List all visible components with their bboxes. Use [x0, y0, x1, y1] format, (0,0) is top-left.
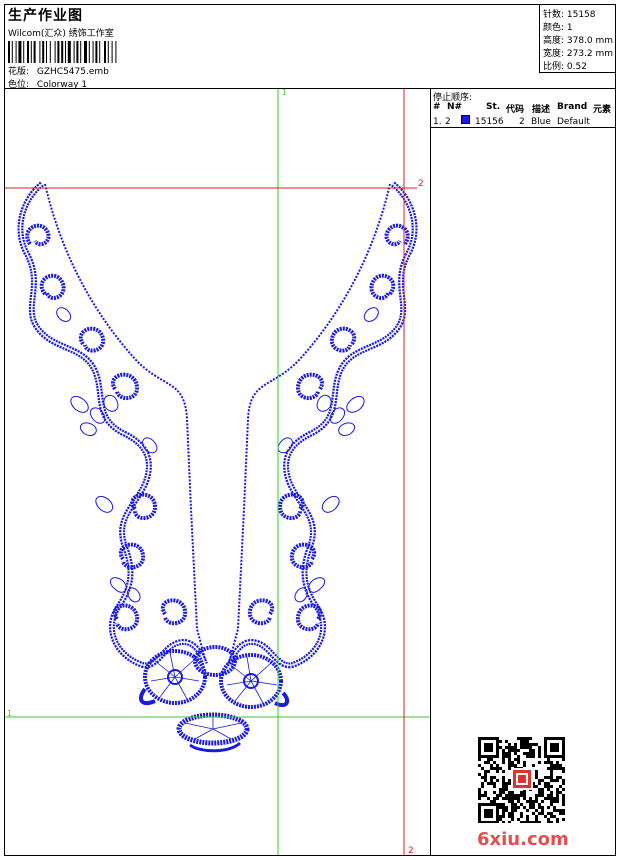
guide-label-v2: 2 [408, 846, 414, 855]
col-code: 代码 [506, 105, 525, 115]
barcode [8, 41, 117, 63]
col-needle: N# [447, 102, 463, 112]
stats-box: 针数: 15158 颜色: 1 高度: 378.0 mm 宽度: 273.2 m… [539, 5, 616, 73]
left-lace-motif [20, 184, 205, 665]
col-stitches: St. [486, 102, 501, 112]
row-brand: Default [557, 117, 590, 127]
guide-label-h2: 2 [418, 179, 424, 189]
qr-code [478, 737, 565, 823]
thread-color-swatch [461, 115, 470, 124]
col-element: 元素 [593, 105, 612, 115]
row-index: 1. [433, 117, 442, 127]
guide-lines [5, 89, 430, 855]
page-title: 生产作业图 [8, 8, 83, 24]
watermark-logo: 6xiu.com [477, 829, 569, 850]
row-needle: 2 [445, 117, 451, 127]
design-label: 花版: [8, 67, 30, 77]
row-desc: Blue [531, 117, 551, 127]
table-rule [431, 127, 615, 128]
design-canvas[interactable]: 1 1 2 2 [5, 89, 430, 855]
right-lace-motif [230, 184, 415, 665]
design-scale: 比例: 0.52 [543, 62, 587, 72]
studio-name: Wilcom(汇众) 绣饰工作室 [8, 29, 114, 39]
color-count: 颜色: 1 [543, 23, 573, 33]
row-code: 2 [519, 117, 525, 127]
header-info: 生产作业图 Wilcom(汇众) 绣饰工作室 花版: GZHC5475.emb … [5, 5, 539, 90]
col-desc: 描述 [532, 105, 551, 115]
row-stitches: 15156 [475, 117, 504, 127]
col-brand: Brand [557, 102, 588, 112]
design-row: 花版: GZHC5475.emb [8, 64, 109, 77]
design-file: GZHC5475.emb [36, 67, 109, 77]
stitch-count: 针数: 15158 [543, 10, 596, 20]
design-width: 宽度: 273.2 mm [543, 49, 614, 59]
guide-label-v1: 1 [282, 89, 288, 97]
embroidery-preview [5, 89, 430, 855]
design-height: 高度: 378.0 mm [543, 36, 614, 46]
center-flower-cluster [138, 645, 290, 753]
col-hash: # [433, 102, 441, 112]
guide-label-h1: 1 [7, 709, 13, 718]
